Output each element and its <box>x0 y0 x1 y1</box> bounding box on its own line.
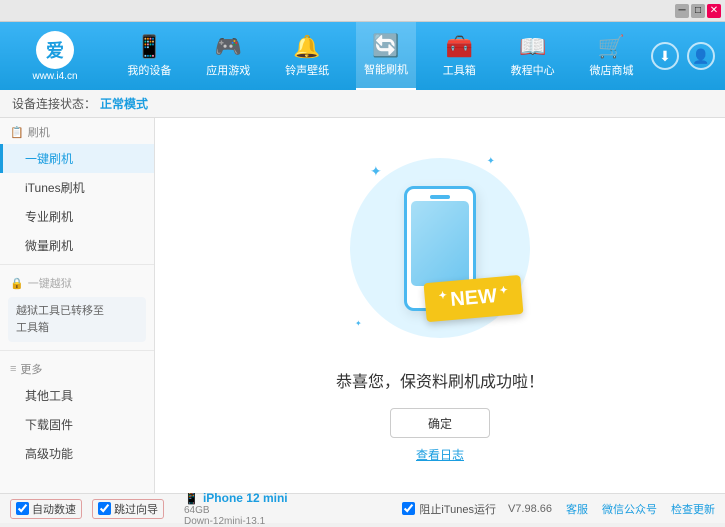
header-right: ⬇ 👤 <box>651 42 725 70</box>
sparkle-3: ✦ <box>355 319 362 328</box>
stop-itunes-checkbox[interactable] <box>402 502 415 515</box>
my-device-icon: 📱 <box>136 34 163 60</box>
nav-smart-flash[interactable]: 🔄 智能刷机 <box>356 22 416 90</box>
status-label: 设备连接状态： <box>12 95 96 112</box>
download-button[interactable]: ⬇ <box>651 42 679 70</box>
nav-tutorials-label: 教程中心 <box>511 62 555 78</box>
content-area: ✦ ✦ ✦ NEW 恭喜您，保资料刷机成功啦！ 确定 查看日志 <box>155 118 725 493</box>
logo-area: 爱 www.i4.cn <box>0 25 110 88</box>
nav-ringtone[interactable]: 🔔 铃声壁纸 <box>277 22 337 90</box>
sidebar-item-advanced-func[interactable]: 高级功能 <box>0 439 154 468</box>
sidebar: 📋 刷机 一键刷机 iTunes刷机 专业刷机 微量刷机 🔒 一键越狱 越狱工具… <box>0 118 155 493</box>
title-bar: ─ □ ✕ <box>0 0 725 22</box>
status-bar: 设备连接状态： 正常模式 <box>0 90 725 118</box>
bottom-left: 自动数速 跳过向导 📱 iPhone 12 mini 64GB Down-12m… <box>10 491 390 527</box>
flash-section-text: 刷机 <box>28 124 50 140</box>
close-button[interactable]: ✕ <box>707 4 721 18</box>
flash-section-label: 📋 刷机 <box>0 118 154 144</box>
nav-toolbox-label: 工具箱 <box>443 62 476 78</box>
success-text: 恭喜您，保资料刷机成功啦！ <box>336 368 544 392</box>
phone-illustration: ✦ ✦ ✦ NEW <box>340 148 540 348</box>
stop-itunes-area: 阻止iTunes运行 <box>402 501 496 517</box>
sidebar-item-download-firmware[interactable]: 下载固件 <box>0 410 154 439</box>
sparkle-2: ✦ <box>487 156 495 167</box>
divider-1 <box>0 264 154 265</box>
confirm-button[interactable]: 确定 <box>390 408 490 438</box>
header: 爱 www.i4.cn 📱 我的设备 🎮 应用游戏 🔔 铃声壁纸 🔄 智能刷机 … <box>0 22 725 90</box>
nav-bar: 📱 我的设备 🎮 应用游戏 🔔 铃声壁纸 🔄 智能刷机 🧰 工具箱 📖 教程中心… <box>110 22 651 90</box>
phone-speaker <box>430 195 450 199</box>
auto-redirect-label: 自动数速 <box>32 501 76 517</box>
tutorials-icon: 📖 <box>519 34 546 60</box>
toolbox-icon: 🧰 <box>446 34 473 60</box>
sidebar-item-one-click-flash[interactable]: 一键刷机 <box>0 144 154 173</box>
device-firmware: Down-12mini-13.1 <box>184 516 288 527</box>
status-value: 正常模式 <box>100 95 148 112</box>
new-badge: NEW <box>423 275 523 322</box>
maximize-button[interactable]: □ <box>691 4 705 18</box>
more-section-label: ≡ 更多 <box>0 355 154 381</box>
customer-service-link[interactable]: 客服 <box>566 501 588 517</box>
user-button[interactable]: 👤 <box>687 42 715 70</box>
sparkle-1: ✦ <box>370 163 382 180</box>
nav-apps-games[interactable]: 🎮 应用游戏 <box>198 22 258 90</box>
nav-tutorials[interactable]: 📖 教程中心 <box>503 22 563 90</box>
device-info: 📱 iPhone 12 mini 64GB Down-12mini-13.1 <box>184 491 288 527</box>
jailbreak-notice: 越狱工具已转移至 工具箱 <box>8 297 146 342</box>
nav-ringtone-label: 铃声壁纸 <box>285 62 329 78</box>
check-update-link[interactable]: 检查更新 <box>671 501 715 517</box>
go-back-link[interactable]: 查看日志 <box>416 446 464 463</box>
logo-site: www.i4.cn <box>32 71 77 82</box>
minimize-button[interactable]: ─ <box>675 4 689 18</box>
divider-2 <box>0 350 154 351</box>
nav-my-device[interactable]: 📱 我的设备 <box>119 22 179 90</box>
weidian-icon: 🛒 <box>598 34 625 60</box>
nav-apps-games-label: 应用游戏 <box>206 62 250 78</box>
stop-itunes-label: 阻止iTunes运行 <box>419 501 496 517</box>
flash-section-icon: 📋 <box>10 126 24 139</box>
version-label: V7.98.66 <box>508 503 552 515</box>
auto-redirect-checkbox[interactable]: 自动数速 <box>10 499 82 519</box>
smart-flash-icon: 🔄 <box>372 33 399 59</box>
main-layout: 📋 刷机 一键刷机 iTunes刷机 专业刷机 微量刷机 🔒 一键越狱 越狱工具… <box>0 118 725 493</box>
sidebar-item-other-tools[interactable]: 其他工具 <box>0 381 154 410</box>
lock-icon: 🔒 <box>10 277 24 290</box>
nav-my-device-label: 我的设备 <box>127 62 171 78</box>
skip-wizard-input[interactable] <box>98 502 111 515</box>
phone-screen <box>411 201 469 286</box>
device-storage: 64GB <box>184 505 288 516</box>
bottom-right: V7.98.66 客服 微信公众号 检查更新 <box>508 501 715 517</box>
skip-wizard-checkbox[interactable]: 跳过向导 <box>92 499 164 519</box>
nav-smart-flash-label: 智能刷机 <box>364 61 408 77</box>
more-icon: ≡ <box>10 363 16 375</box>
nav-toolbox[interactable]: 🧰 工具箱 <box>435 22 484 90</box>
sidebar-item-micro-flash[interactable]: 微量刷机 <box>0 231 154 260</box>
sidebar-item-pro-flash[interactable]: 专业刷机 <box>0 202 154 231</box>
logo-icon: 爱 <box>36 31 74 69</box>
sidebar-item-itunes-flash[interactable]: iTunes刷机 <box>0 173 154 202</box>
wechat-public-link[interactable]: 微信公众号 <box>602 501 657 517</box>
jailbreak-section-label: 🔒 一键越狱 <box>0 269 154 293</box>
nav-weidian[interactable]: 🛒 微店商城 <box>581 22 641 90</box>
skip-wizard-label: 跳过向导 <box>114 501 158 517</box>
bottom-bar: 自动数速 跳过向导 📱 iPhone 12 mini 64GB Down-12m… <box>0 493 725 523</box>
apps-games-icon: 🎮 <box>215 34 242 60</box>
ringtone-icon: 🔔 <box>293 34 320 60</box>
auto-redirect-input[interactable] <box>16 502 29 515</box>
nav-weidian-label: 微店商城 <box>589 62 633 78</box>
